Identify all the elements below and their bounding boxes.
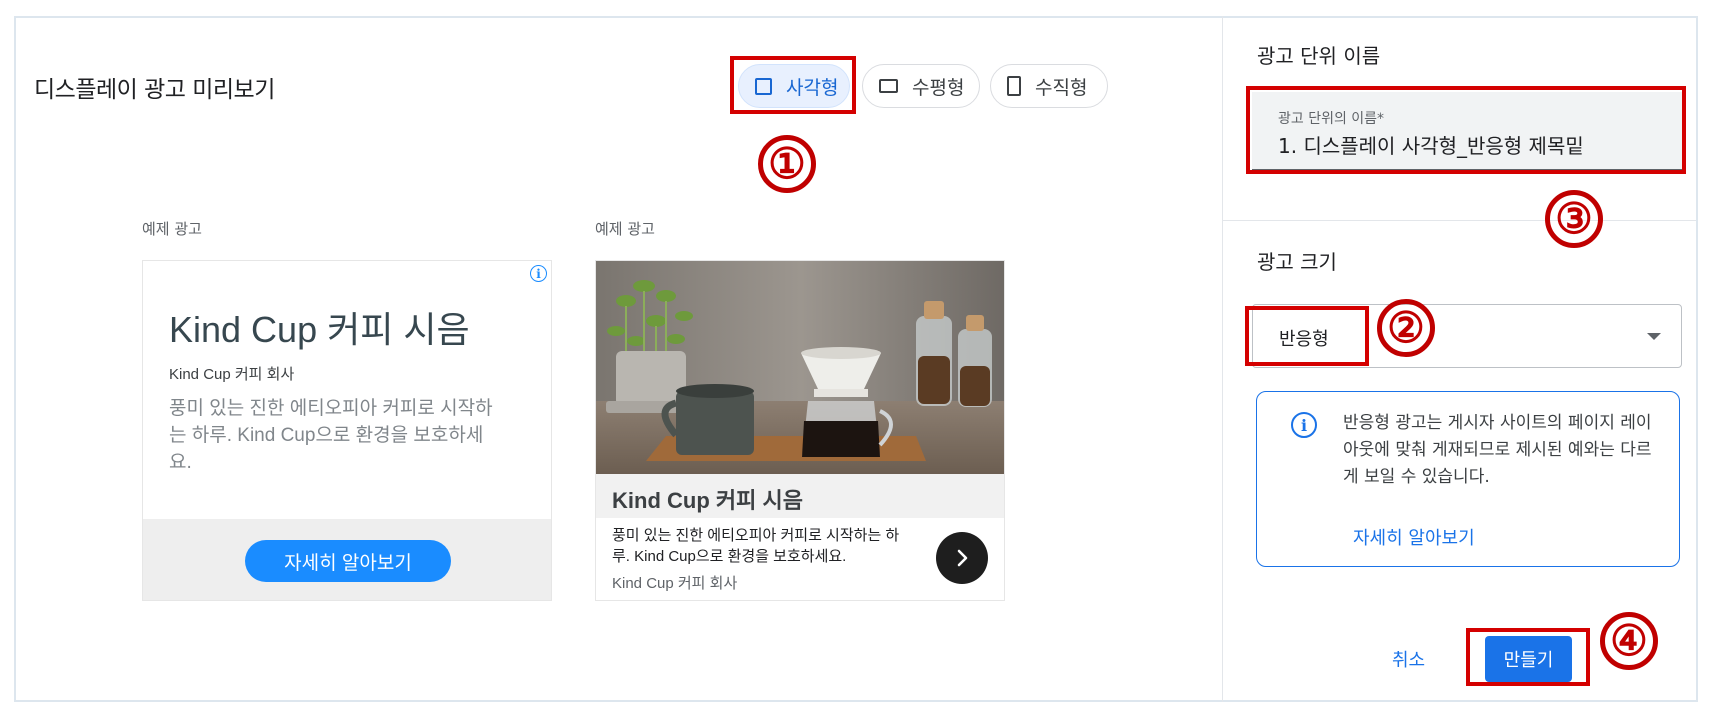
marker-4: ④	[1600, 612, 1658, 670]
notice-text: 반응형 광고는 게시자 사이트의 페이지 레이아웃에 맞춰 게재되므로 제시된 …	[1343, 413, 1652, 487]
ad-cta-button[interactable]: 자세히 알아보기	[245, 540, 451, 582]
panel-divider	[1222, 16, 1223, 702]
preview-title: 디스플레이 광고 미리보기	[34, 77, 275, 103]
marker-1: ①	[758, 135, 816, 193]
ad-advertiser: Kind Cup 커피 회사	[169, 366, 295, 383]
dropdown-arrow-icon	[1647, 333, 1661, 340]
cancel-button[interactable]: 취소	[1392, 646, 1425, 672]
format-chip-horizontal[interactable]: 수평형	[862, 64, 980, 108]
ad-size-title: 광고 크기	[1257, 250, 1337, 274]
horizontal-rect-icon	[879, 79, 898, 93]
responsive-notice: i 반응형 광고는 게시자 사이트의 페이지 레이아웃에 맞춰 게재되므로 제시…	[1256, 391, 1680, 567]
ad-unit-name-title: 광고 단위 이름	[1257, 44, 1381, 68]
ad-headline: Kind Cup 커피 시음	[169, 309, 470, 350]
ad-description: 풍미 있는 진한 에티오피아 커피로 시작하는 하루. Kind Cup으로 환…	[169, 398, 493, 473]
info-icon: i	[1291, 412, 1317, 438]
marker-2: ②	[1377, 299, 1435, 357]
highlight-box-3	[1246, 86, 1686, 174]
ad-advertiser: Kind Cup 커피 회사	[612, 575, 738, 592]
highlight-box-2	[1245, 306, 1369, 366]
chevron-right-icon[interactable]	[936, 532, 988, 584]
info-icon[interactable]: i	[530, 265, 547, 282]
learn-more-link[interactable]: 자세히 알아보기	[1353, 524, 1475, 550]
highlight-box-4	[1466, 628, 1590, 686]
ad-headline: Kind Cup 커피 시음	[612, 488, 803, 513]
sample-ad-label: 예제 광고	[142, 220, 202, 238]
coffee-photo	[596, 261, 1004, 474]
section-divider	[1223, 220, 1696, 221]
format-chip-label: 수평형	[912, 76, 965, 99]
ad-description: 풍미 있는 진한 에티오피아 커피로 시작하는 하루. Kind Cup으로 환…	[612, 527, 900, 565]
format-chip-label: 수직형	[1035, 76, 1088, 99]
format-chip-vertical[interactable]: 수직형	[990, 64, 1108, 108]
sample-ad-image: Kind Cup 커피 시음 풍미 있는 진한 에티오피아 커피로 시작하는 하…	[595, 260, 1005, 601]
sample-ad-label: 예제 광고	[595, 220, 655, 238]
highlight-box-1	[730, 56, 856, 114]
vertical-rect-icon	[1007, 76, 1021, 96]
sample-ad-text: i Kind Cup 커피 시음 Kind Cup 커피 회사 풍미 있는 진한…	[142, 260, 552, 601]
marker-3: ③	[1545, 190, 1603, 248]
